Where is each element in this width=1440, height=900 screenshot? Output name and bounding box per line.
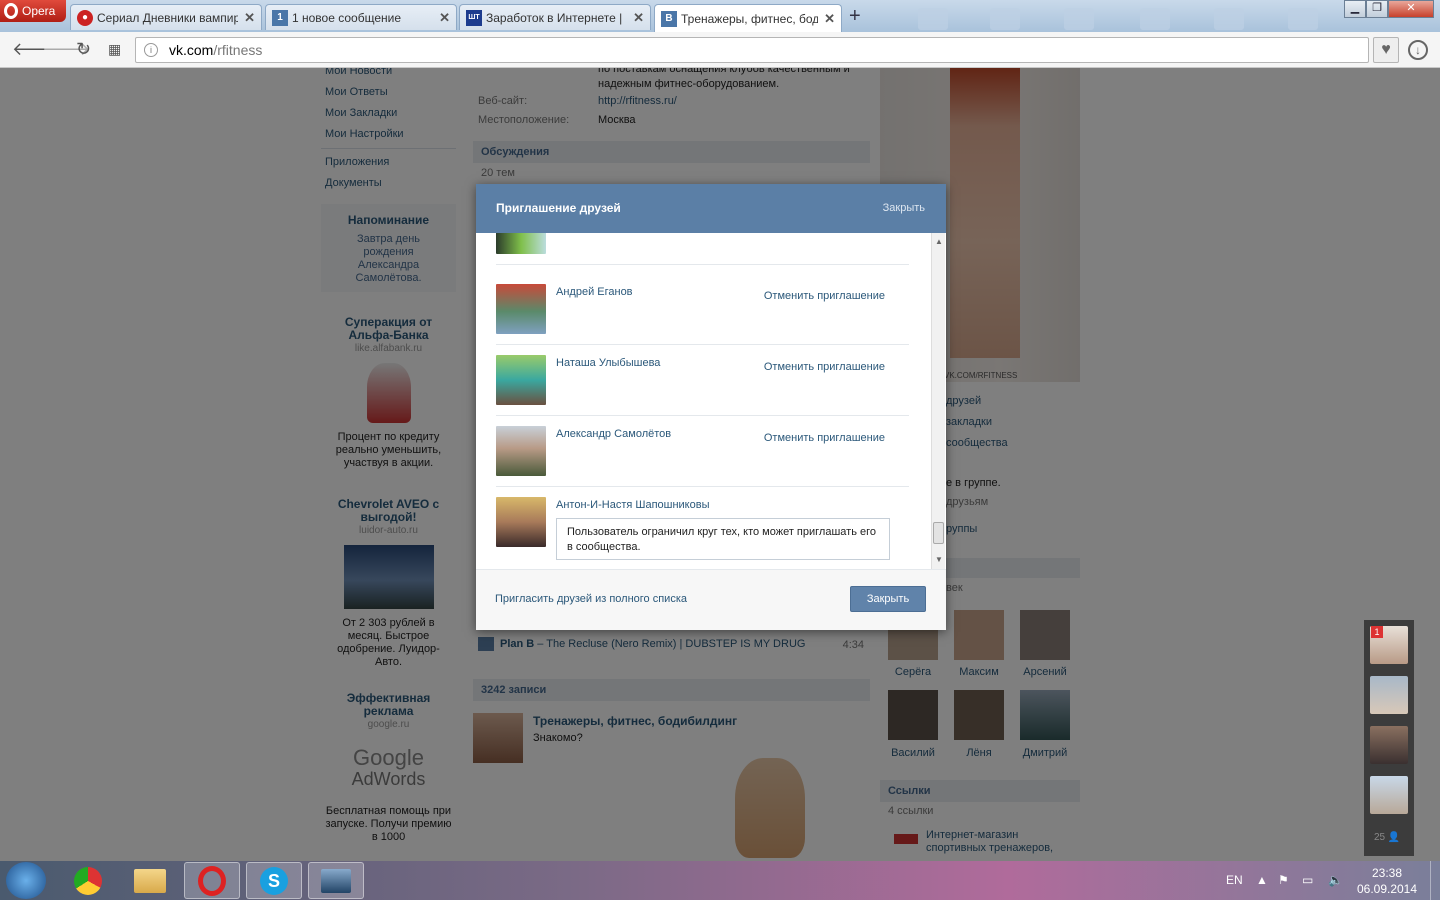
downloads-icon[interactable]: ↓ (1408, 40, 1428, 60)
friend-name[interactable]: Наташа Улыбышева (556, 357, 660, 369)
background-decoration (1140, 8, 1170, 30)
friend-avatar[interactable] (496, 497, 546, 547)
background-decoration (1214, 8, 1244, 30)
vk-icon: 1 (272, 9, 288, 26)
url-host: vk.com (169, 42, 214, 58)
list-item: Наташа Улыбышева Отменить приглашение (496, 345, 909, 416)
tab-close-icon[interactable]: ✕ (439, 10, 450, 26)
window-close-button[interactable]: ✕ (1388, 0, 1434, 18)
clock-time: 23:38 (1371, 866, 1403, 880)
start-button[interactable] (6, 862, 46, 899)
list-item (496, 233, 909, 265)
opera-taskbar-icon[interactable] (184, 862, 240, 899)
opera-menu-label: Opera (22, 4, 56, 18)
friend-avatar[interactable] (496, 426, 546, 476)
background-decoration (990, 8, 1020, 30)
tab-title: 1 новое сообщение (292, 10, 402, 25)
vampire-icon: ● (77, 9, 93, 26)
address-input[interactable]: i vk.com/rfitness (135, 37, 1369, 63)
online-count[interactable]: 25 👤 (1374, 832, 1400, 843)
cancel-invite-button[interactable]: Отменить приглашение (764, 432, 885, 444)
scroll-up-icon[interactable]: ▲ (935, 237, 943, 246)
scrollbar-thumb[interactable] (933, 522, 944, 544)
browser-tab-bar: Opera ● Сериал Дневники вампиро ✕ 1 1 но… (0, 0, 1440, 32)
background-decoration (1288, 8, 1318, 30)
friend-avatar[interactable] (496, 233, 546, 254)
chrome-icon[interactable] (60, 862, 116, 899)
clock-date: 06.09.2014 (1356, 882, 1418, 896)
system-clock[interactable]: 23:38 06.09.2014 (1352, 865, 1422, 897)
tab-title: Тренажеры, фитнес, бодибил (681, 11, 819, 26)
notification-avatar[interactable] (1370, 776, 1408, 814)
cancel-invite-button[interactable]: Отменить приглашение (764, 361, 885, 373)
shtz-icon: ШТ (466, 9, 482, 26)
tab-new-message[interactable]: 1 1 новое сообщение ✕ (265, 4, 457, 30)
tab-rfitness[interactable]: В Тренажеры, фитнес, бодибил ✕ (654, 4, 842, 32)
tab-vampire-diaries[interactable]: ● Сериал Дневники вампиро ✕ (70, 4, 262, 30)
notifications-strip: 1 25 👤 (1364, 620, 1414, 856)
dialog-header: Приглашение друзей Закрыть (476, 184, 946, 233)
notification-avatar[interactable] (1370, 676, 1408, 714)
language-indicator[interactable]: EN (1226, 861, 1243, 900)
close-button[interactable]: Закрыть (850, 586, 926, 612)
tab-title: Заработок в Интернете | (486, 10, 623, 25)
dialog-title: Приглашение друзей (496, 201, 621, 215)
notification-avatar[interactable] (1370, 726, 1408, 764)
scrollbar[interactable]: ▲ ▼ (931, 233, 945, 569)
opera-menu-button[interactable]: Opera (0, 0, 66, 22)
site-info-icon[interactable]: i (144, 43, 158, 57)
invite-friends-dialog: Приглашение друзей Закрыть Андрей Еганов… (476, 184, 946, 630)
volume-icon[interactable]: 🔈 (1328, 861, 1343, 900)
online-count-value: 25 (1374, 832, 1386, 843)
windows-taskbar: S EN ▲ ⚑ ▭ 🔈 23:38 06.09.2014 (0, 861, 1440, 900)
reload-icon[interactable]: ↻ (76, 40, 91, 58)
window-controls: ▁ ❐ ✕ (1344, 0, 1434, 18)
control-panel-icon[interactable] (308, 862, 364, 899)
address-toolbar: 🡐 🡒 ↻ ▦ i vk.com/rfitness ♥ ↓ (0, 32, 1440, 68)
speed-dial-icon[interactable]: ▦ (108, 40, 121, 58)
cancel-invite-button[interactable]: Отменить приглашение (764, 290, 885, 302)
tab-title: Сериал Дневники вампиро (97, 10, 239, 25)
dialog-close-link[interactable]: Закрыть (883, 184, 925, 233)
list-item: Андрей Еганов Отменить приглашение (496, 274, 909, 345)
friend-name[interactable]: Антон-И-Настя Шапошниковы (556, 499, 709, 511)
skype-icon[interactable]: S (246, 862, 302, 899)
new-tab-button[interactable]: + (849, 6, 861, 26)
explorer-icon[interactable] (122, 862, 178, 899)
network-icon[interactable]: ▭ (1302, 861, 1313, 900)
invite-from-full-list-link[interactable]: Пригласить друзей из полного списка (495, 593, 687, 605)
list-item: Александр Самолётов Отменить приглашение (496, 416, 909, 487)
friend-avatar[interactable] (496, 355, 546, 405)
notification-badge: 1 (1371, 626, 1383, 638)
restriction-notice: Пользователь ограничил круг тех, кто мож… (556, 518, 890, 560)
action-center-flag-icon[interactable]: ⚑ (1278, 861, 1289, 900)
tab-close-icon[interactable]: ✕ (244, 10, 255, 26)
list-item: Антон-И-Настя Шапошниковы Пользователь о… (496, 487, 909, 569)
person-icon: 👤 (1387, 832, 1401, 843)
friends-list: Андрей Еганов Отменить приглашение Наташ… (476, 233, 946, 569)
tab-close-icon[interactable]: ✕ (633, 10, 644, 26)
tray-expand-icon[interactable]: ▲ (1256, 861, 1268, 900)
friend-name[interactable]: Андрей Еганов (556, 286, 633, 298)
background-decoration (918, 8, 948, 30)
friend-name[interactable]: Александр Самолётов (556, 428, 671, 440)
vk-icon: В (661, 10, 677, 27)
show-desktop-button[interactable] (1430, 861, 1440, 900)
maximize-button[interactable]: ❐ (1366, 0, 1388, 18)
opera-logo-icon (4, 3, 18, 19)
dialog-footer: Пригласить друзей из полного списка Закр… (476, 569, 946, 630)
tab-close-icon[interactable]: ✕ (824, 11, 835, 27)
scroll-down-icon[interactable]: ▼ (935, 555, 943, 564)
background-decoration (1064, 8, 1094, 30)
tab-earnings[interactable]: ШТ Заработок в Интернете | ✕ (459, 4, 651, 30)
friend-avatar[interactable] (496, 284, 546, 334)
minimize-button[interactable]: ▁ (1344, 0, 1366, 18)
bookmark-heart-icon[interactable]: ♥ (1373, 37, 1399, 63)
url-path: /rfitness (213, 42, 263, 58)
